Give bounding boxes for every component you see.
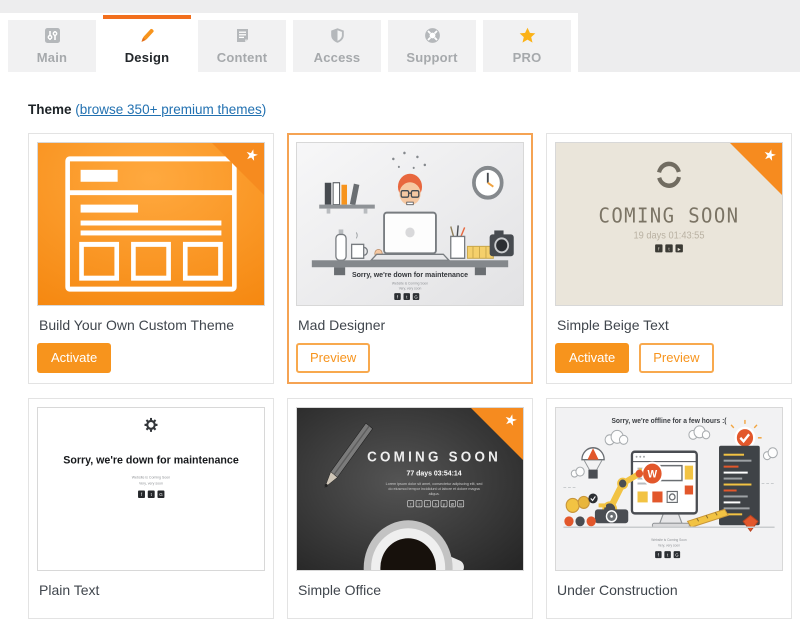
tab-access-label: Access	[314, 50, 361, 65]
tab-design[interactable]: Design	[103, 15, 191, 72]
star-icon	[519, 27, 536, 44]
theme-grid: ★ Build Your Own Custom Theme Activate	[28, 133, 800, 619]
tab-support-label: Support	[406, 50, 457, 65]
very-soon-subline: Very, very soon	[399, 286, 422, 290]
theme-preview-simple-beige[interactable]: COMING SOON 19 days 01:43:55 f t ▶ ★	[555, 142, 783, 306]
very-soon-subline: Very, very soon	[139, 481, 163, 485]
tab-bar-filler	[578, 0, 800, 72]
countdown-text: 77 days 03:54:14	[407, 468, 462, 477]
preview-button[interactable]: Preview	[639, 343, 713, 373]
theme-card-simple-beige: COMING SOON 19 days 01:43:55 f t ▶ ★ Sim…	[546, 133, 792, 384]
countdown-text: 19 days 01:43:55	[634, 230, 705, 241]
theme-card-custom: ★ Build Your Own Custom Theme Activate	[28, 133, 274, 384]
theme-preview-custom[interactable]: ★	[37, 142, 265, 306]
instagram-icon: @	[451, 502, 455, 506]
google-plus-icon: +	[426, 502, 428, 506]
theme-title: Under Construction	[557, 582, 781, 598]
theme-heading-label: Theme	[28, 102, 72, 117]
mad-designer-illustration: Sorry, we're down for maintenance Websit…	[297, 143, 523, 305]
social-icons: f t G	[655, 551, 680, 558]
social-icons: f t G	[138, 490, 164, 497]
lifebuoy-icon	[424, 27, 441, 44]
tab-main[interactable]: Main	[8, 20, 96, 72]
coming-soon-subline: Website is Coming Soon	[392, 282, 428, 286]
lorem-line-1: Lorem ipsum dolor sit amet, consectetur …	[386, 482, 483, 486]
sliders-icon	[44, 27, 61, 44]
coming-soon-subline: Website is Coming Soon	[651, 538, 687, 542]
tab-pro-label: PRO	[513, 50, 542, 65]
svg-text:W: W	[648, 468, 658, 480]
shield-icon	[329, 27, 346, 44]
star-icon: ★	[502, 411, 519, 429]
google-plus-icon: G	[159, 492, 163, 497]
maintenance-headline: Sorry, we're down for maintenance	[352, 270, 468, 279]
coming-soon-subline: Website is Coming Soon	[132, 475, 170, 479]
theme-preview-plain-text[interactable]: Sorry, we're down for maintenance Websit…	[37, 407, 265, 571]
theme-preview-under-construction[interactable]: Sorry, we're offline for a few hours :(	[555, 407, 783, 571]
theme-title: Simple Office	[298, 582, 522, 598]
design-tab-panel: Theme (browse 350+ premium themes)	[0, 72, 800, 619]
pen-icon	[139, 27, 156, 44]
activate-button[interactable]: Activate	[37, 343, 111, 373]
wall-clock-illustration	[474, 168, 502, 198]
social-icons: f t G	[394, 293, 419, 300]
theme-card-mad-designer: Sorry, we're down for maintenance Websit…	[287, 133, 533, 384]
pinterest-icon: p	[443, 502, 445, 506]
settings-header: Main Design Content Access	[0, 0, 800, 72]
maintenance-headline: Sorry, we're down for maintenance	[63, 454, 239, 466]
plain-text-preview-image: Sorry, we're down for maintenance Websit…	[38, 408, 264, 570]
theme-title: Plain Text	[39, 582, 263, 598]
theme-section-heading: Theme (browse 350+ premium themes)	[28, 102, 800, 117]
lorem-line-3: aliqua.	[429, 491, 440, 495]
browse-premium-themes-link[interactable]: browse 350+ premium themes	[80, 102, 262, 117]
google-plus-icon: G	[414, 294, 418, 299]
tab-bar: Main Design Content Access	[0, 0, 800, 72]
activate-button[interactable]: Activate	[555, 343, 629, 373]
under-construction-illustration: Sorry, we're offline for a few hours :(	[556, 408, 782, 570]
offline-headline: Sorry, we're offline for a few hours :(	[611, 417, 727, 424]
twitter-icon: t	[419, 502, 420, 506]
linkedin-icon: in	[459, 502, 462, 506]
coming-soon-headline: COMING SOON	[599, 204, 740, 228]
tab-access[interactable]: Access	[293, 20, 381, 72]
theme-card-plain-text: Sorry, we're down for maintenance Websit…	[28, 398, 274, 619]
tab-design-label: Design	[125, 50, 170, 65]
very-soon-subline: Very, very soon	[658, 543, 680, 547]
theme-title: Build Your Own Custom Theme	[39, 317, 263, 333]
google-plus-icon: G	[675, 552, 679, 557]
tab-support[interactable]: Support	[388, 20, 476, 72]
theme-card-under-construction: Sorry, we're offline for a few hours :(	[546, 398, 792, 619]
tab-main-label: Main	[37, 50, 67, 65]
tab-content-label: Content	[217, 50, 268, 65]
tab-pro[interactable]: PRO	[483, 20, 571, 72]
theme-preview-simple-office[interactable]: COMING SOON 77 days 03:54:14 Lorem ipsum…	[296, 407, 524, 571]
preview-button[interactable]: Preview	[296, 343, 370, 373]
theme-card-simple-office: COMING SOON 77 days 03:54:14 Lorem ipsum…	[287, 398, 533, 619]
theme-title: Simple Beige Text	[557, 317, 781, 333]
lorem-line-2: do eiusmod tempor incididunt ut labore e…	[388, 486, 480, 490]
social-icons: f t ▶	[655, 244, 683, 252]
behance-icon: b	[435, 502, 437, 506]
document-icon	[234, 27, 251, 44]
desk	[312, 260, 508, 267]
theme-preview-mad-designer[interactable]: Sorry, we're down for maintenance Websit…	[296, 142, 524, 306]
theme-title: Mad Designer	[298, 317, 522, 333]
tab-content[interactable]: Content	[198, 20, 286, 72]
